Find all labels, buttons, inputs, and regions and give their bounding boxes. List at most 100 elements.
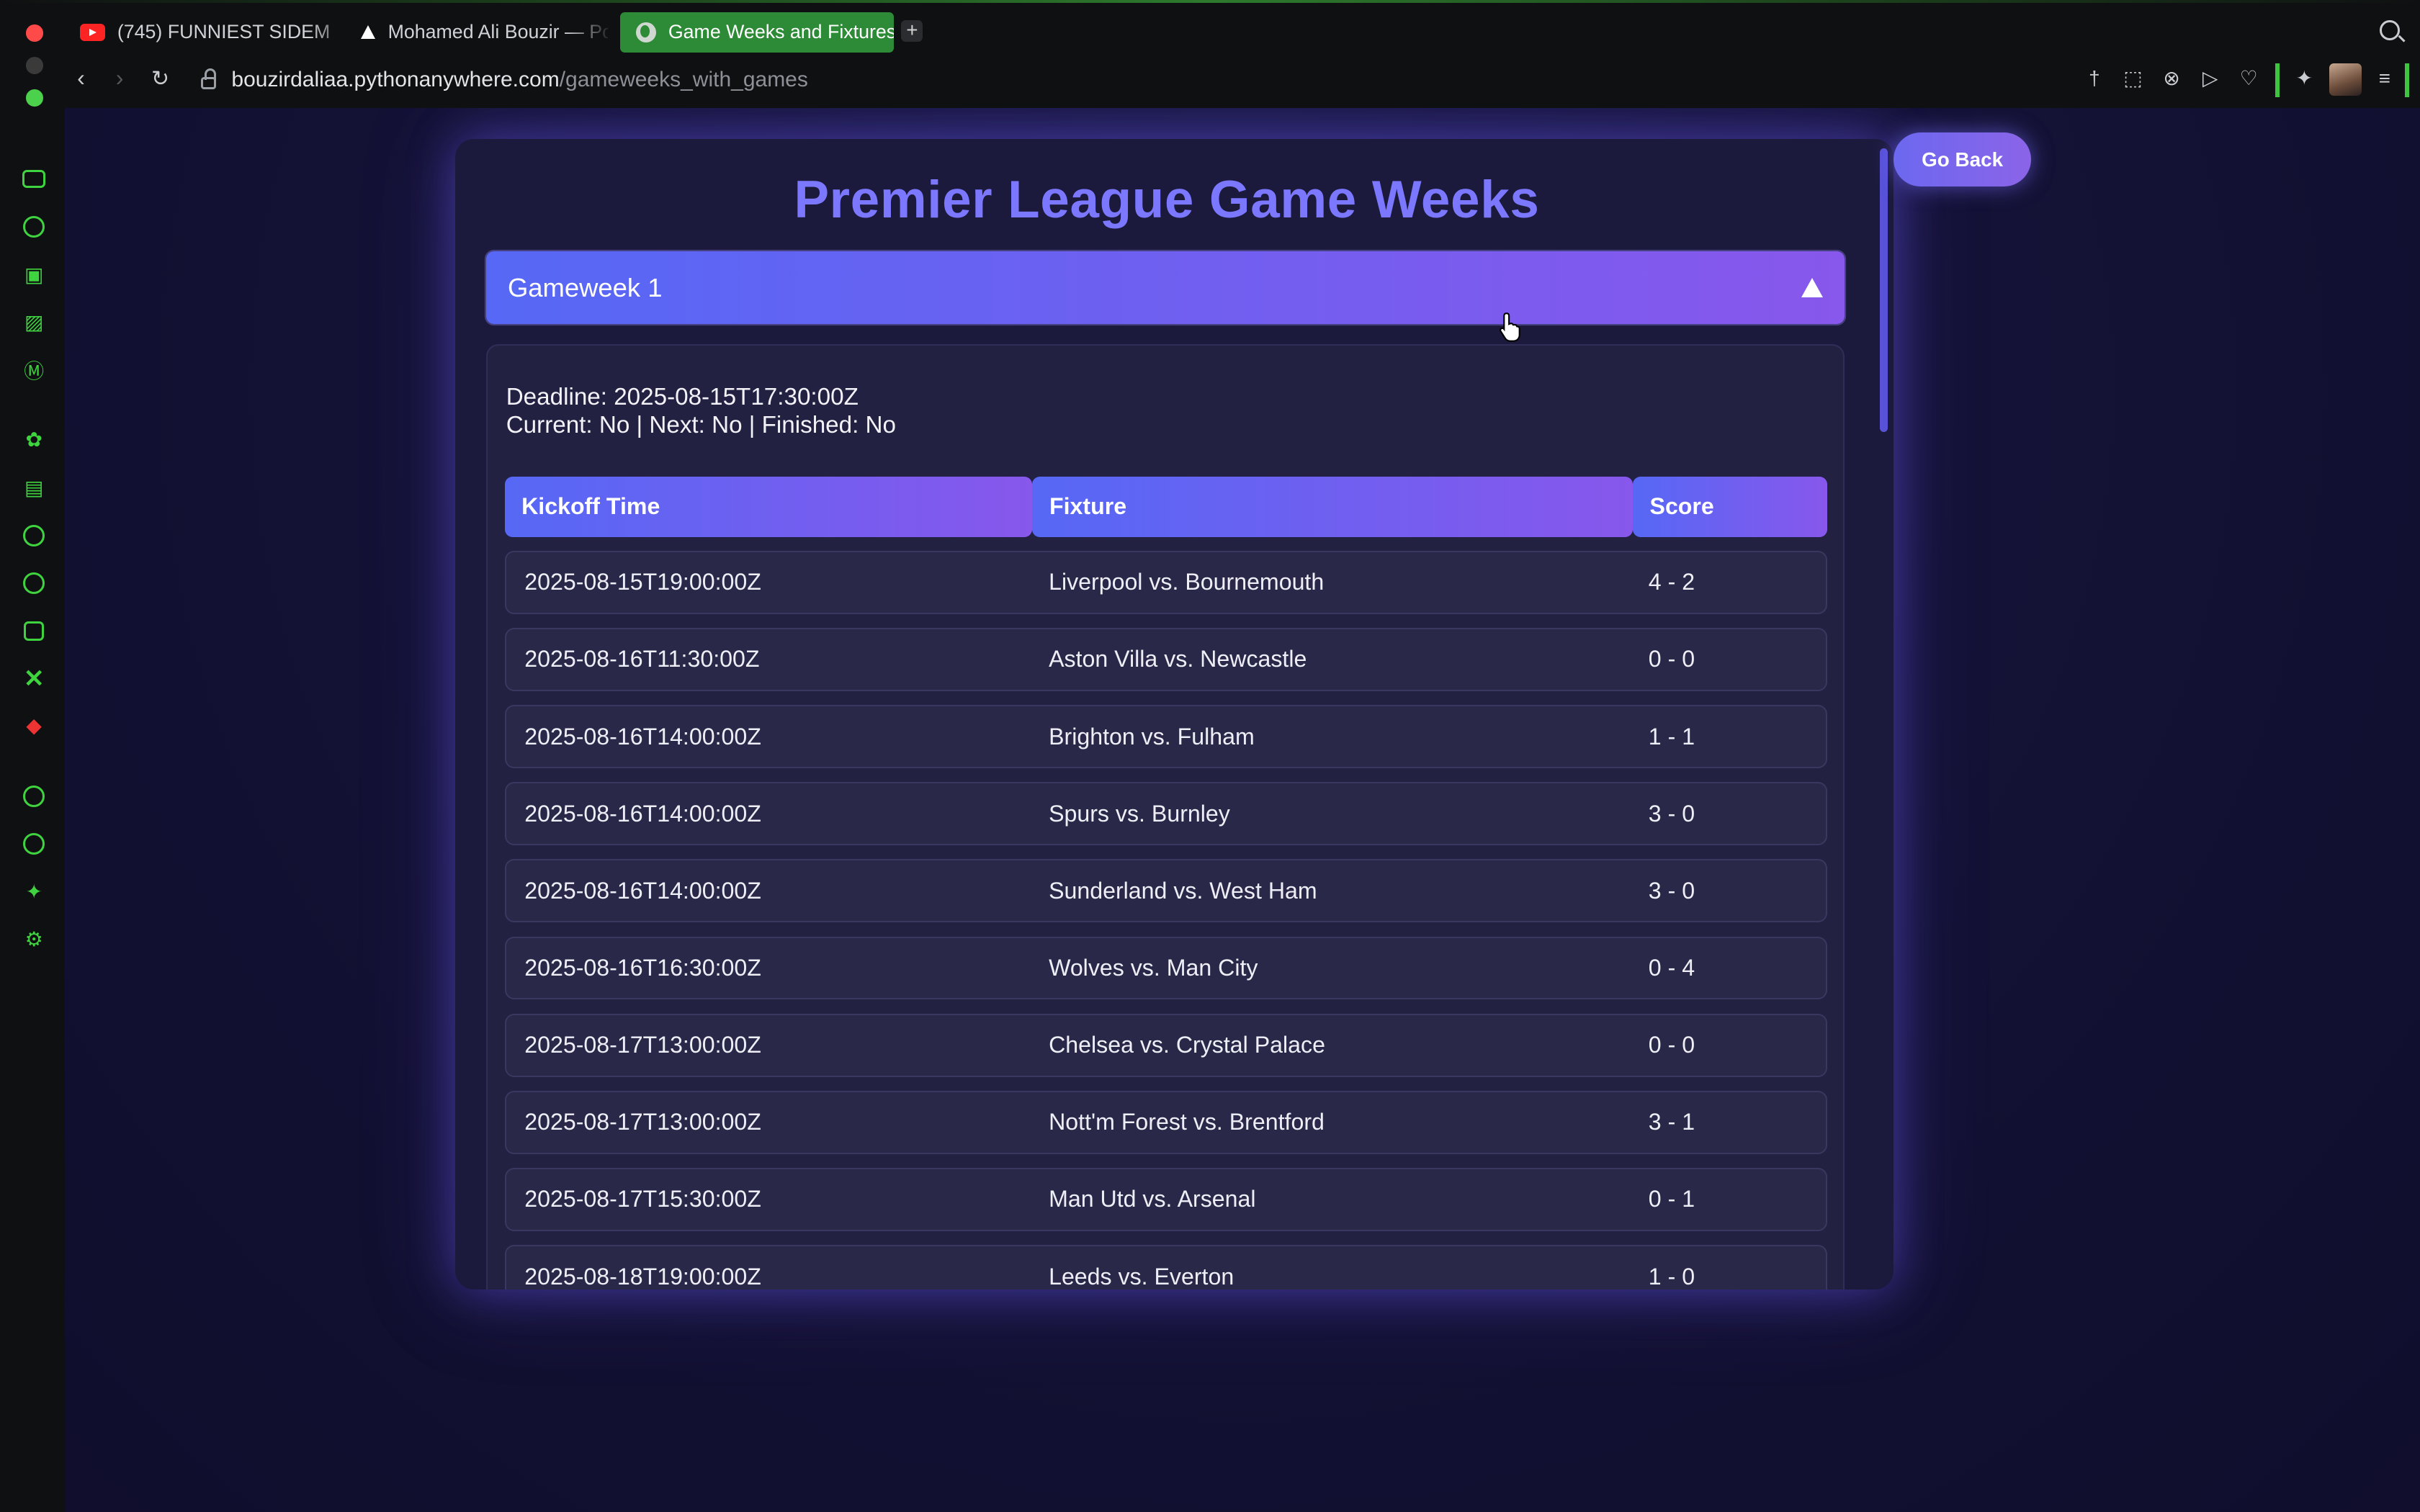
send-icon[interactable]: ▷ <box>2200 68 2221 89</box>
gameweek-panel: Deadline: 2025-08-15T17:30:00Z Current: … <box>485 343 1845 1290</box>
top-accent-line <box>0 0 2420 4</box>
kickoff-cell: 2025-08-16T14:00:00Z <box>524 877 761 904</box>
collapse-arrow-icon <box>1801 278 1823 298</box>
column-header-score: Score <box>1632 476 1827 537</box>
close-window-button[interactable] <box>26 24 43 42</box>
table-row: 2025-08-18T19:00:00Z Leeds vs. Everton 1 -… <box>504 1245 1827 1290</box>
messenger-icon[interactable] <box>22 523 46 547</box>
x-twitter-icon[interactable]: ✕ <box>22 665 46 693</box>
divider <box>2275 63 2280 97</box>
kickoff-cell: 2025-08-16T14:00:00Z <box>524 723 761 750</box>
tab-label: (745) FUNNIEST SIDEMEN <box>117 21 331 43</box>
kickoff-cell: 2025-08-17T13:00:00Z <box>524 1032 761 1058</box>
gaming-icon[interactable] <box>22 166 46 191</box>
score-cell: 0 - 0 <box>1648 1032 1695 1058</box>
address-bar[interactable]: bouzirdaliaa.pythonanywhere.com/gameweek… <box>200 63 808 97</box>
kickoff-cell: 2025-08-17T13:00:00Z <box>524 1109 761 1135</box>
score-cell: 0 - 4 <box>1648 954 1695 981</box>
tab-label: Game Weeks and Fixtures <box>668 21 894 43</box>
fixture-cell: Aston Villa vs. Newcastle <box>1049 646 1307 672</box>
hand-cursor-icon <box>1499 312 1520 342</box>
kickoff-cell: 2025-08-16T16:30:00Z <box>524 954 761 981</box>
fixture-cell: Leeds vs. Everton <box>1049 1263 1234 1290</box>
kickoff-cell: 2025-08-17T15:30:00Z <box>524 1186 761 1212</box>
fixtures-table-header: Kickoff Time Fixture Score <box>504 476 1827 537</box>
fixture-cell: Spurs vs. Burnley <box>1049 800 1230 827</box>
twitch-chat-icon[interactable]: ▤ <box>22 475 46 500</box>
fixture-cell: Man Utd vs. Arsenal <box>1049 1186 1256 1212</box>
profile-avatar[interactable] <box>2329 63 2362 96</box>
new-tab-button[interactable]: + <box>901 19 923 42</box>
score-cell: 3 - 1 <box>1648 1109 1695 1135</box>
table-row: 2025-08-16T14:00:00Z Spurs vs. Burnley 3 -… <box>504 782 1827 846</box>
kickoff-cell: 2025-08-18T19:00:00Z <box>524 1263 761 1290</box>
tab-label: Mohamed Ali Bouzir — Po <box>387 21 609 43</box>
menu-icon[interactable]: ≡ <box>2374 68 2396 89</box>
settings-gear-icon[interactable]: ⚙ <box>22 927 46 952</box>
fixture-cell: Sunderland vs. West Ham <box>1049 877 1317 904</box>
scrollbar[interactable] <box>1880 148 1888 432</box>
extensions-sidebar-icon[interactable]: ✦ <box>22 879 46 904</box>
maximize-window-button[interactable] <box>26 89 43 107</box>
heart-icon[interactable]: ♡ <box>2238 68 2259 89</box>
tab-youtube[interactable]: (745) FUNNIEST SIDEMEN <box>65 12 331 53</box>
gameweeks-card: Premier League Game Weeks Gameweek 1 Dea… <box>455 138 1894 1290</box>
browser-chrome: (745) FUNNIEST SIDEMEN Mohamed Ali Bouzi… <box>0 0 2420 108</box>
status-text: Current: No | Next: No | Finished: No <box>506 411 897 438</box>
gameweek-toggle[interactable]: Gameweek 1 <box>485 251 1845 324</box>
vercel-triangle-icon <box>361 25 376 40</box>
minimize-window-button[interactable] <box>26 57 43 74</box>
score-cell: 3 - 0 <box>1648 800 1695 827</box>
pin-icon[interactable]: † <box>2084 68 2105 89</box>
whatsapp-icon[interactable] <box>22 571 46 595</box>
fixture-cell: Liverpool vs. Bournemouth <box>1049 569 1325 595</box>
kickoff-cell: 2025-08-15T19:00:00Z <box>524 569 761 595</box>
search-tabs-icon[interactable] <box>2380 19 2401 40</box>
table-row: 2025-08-15T19:00:00Z Liverpool vs. Bourne… <box>504 550 1827 614</box>
tab-portfolio[interactable]: Mohamed Ali Bouzir — Po <box>346 12 608 53</box>
speed-dial-icon[interactable] <box>22 215 46 239</box>
kickoff-cell: 2025-08-16T11:30:00Z <box>524 646 760 672</box>
fixture-cell: Nott'm Forest vs. Brentford <box>1049 1109 1325 1135</box>
score-cell: 0 - 0 <box>1648 646 1695 672</box>
reload-icon[interactable]: ↻ <box>151 66 169 91</box>
back-arrow-icon[interactable]: ‹ <box>77 65 85 91</box>
column-header-kickoff: Kickoff Time <box>504 476 1033 537</box>
deadline-text: Deadline: 2025-08-15T17:30:00Z <box>506 384 859 411</box>
twitch-icon[interactable]: ▣ <box>22 262 46 287</box>
history-icon[interactable] <box>22 832 46 856</box>
table-row: 2025-08-16T11:30:00Z Aston Villa vs. Newc… <box>504 627 1827 691</box>
player-icon[interactable] <box>22 784 46 809</box>
ublock-icon[interactable]: ◆ <box>22 713 46 737</box>
score-cell: 3 - 0 <box>1648 877 1695 904</box>
table-row: 2025-08-17T13:00:00Z Chelsea vs. Crystal … <box>504 1013 1827 1077</box>
adblock-icon[interactable]: ⊗ <box>2161 68 2182 89</box>
globe-icon <box>635 22 656 42</box>
chatgpt-icon[interactable]: ✿ <box>22 428 46 452</box>
table-row: 2025-08-16T14:00:00Z Brighton vs. Fulham 1… <box>504 705 1827 768</box>
table-row: 2025-08-17T13:00:00Z Nott'm Forest vs. Br… <box>504 1090 1827 1154</box>
gameweek-meta: Deadline: 2025-08-15T17:30:00Z Current: … <box>506 384 896 439</box>
snapshot-icon[interactable]: ⬚ <box>2122 68 2143 89</box>
instagram-icon[interactable] <box>22 618 46 643</box>
score-cell: 0 - 1 <box>1648 1186 1695 1212</box>
url-text: bouzirdaliaa.pythonanywhere.com/gameweek… <box>231 68 808 92</box>
go-back-button[interactable]: Go Back <box>1894 132 2031 187</box>
score-cell: 1 - 1 <box>1648 723 1695 750</box>
forward-arrow-icon[interactable]: › <box>116 65 124 91</box>
wallpaper-icon[interactable]: ▨ <box>22 310 46 335</box>
score-cell: 4 - 2 <box>1648 569 1695 595</box>
browser-sidebar: ▣ ▨ Ⓜ ✿ ▤ ✕ ◆ ✦ ⚙ GX ··· <box>0 108 65 1512</box>
tab-game-weeks[interactable]: Game Weeks and Fixtures <box>620 12 894 53</box>
extensions-icon[interactable]: ✦ <box>2293 68 2315 89</box>
score-cell: 1 - 0 <box>1648 1263 1695 1290</box>
fixture-cell: Wolves vs. Man City <box>1049 954 1258 981</box>
column-header-fixture: Fixture <box>1032 476 1633 537</box>
mail-icon[interactable]: Ⓜ <box>22 358 46 382</box>
page-title: Premier League Game Weeks <box>794 170 1540 229</box>
youtube-icon <box>80 24 105 41</box>
table-row: 2025-08-17T15:30:00Z Man Utd vs. Arsenal 0… <box>504 1167 1827 1231</box>
gameweek-label: Gameweek 1 <box>507 272 663 302</box>
table-row: 2025-08-16T14:00:00Z Sunderland vs. West … <box>504 859 1827 923</box>
fixture-cell: Brighton vs. Fulham <box>1049 723 1255 750</box>
